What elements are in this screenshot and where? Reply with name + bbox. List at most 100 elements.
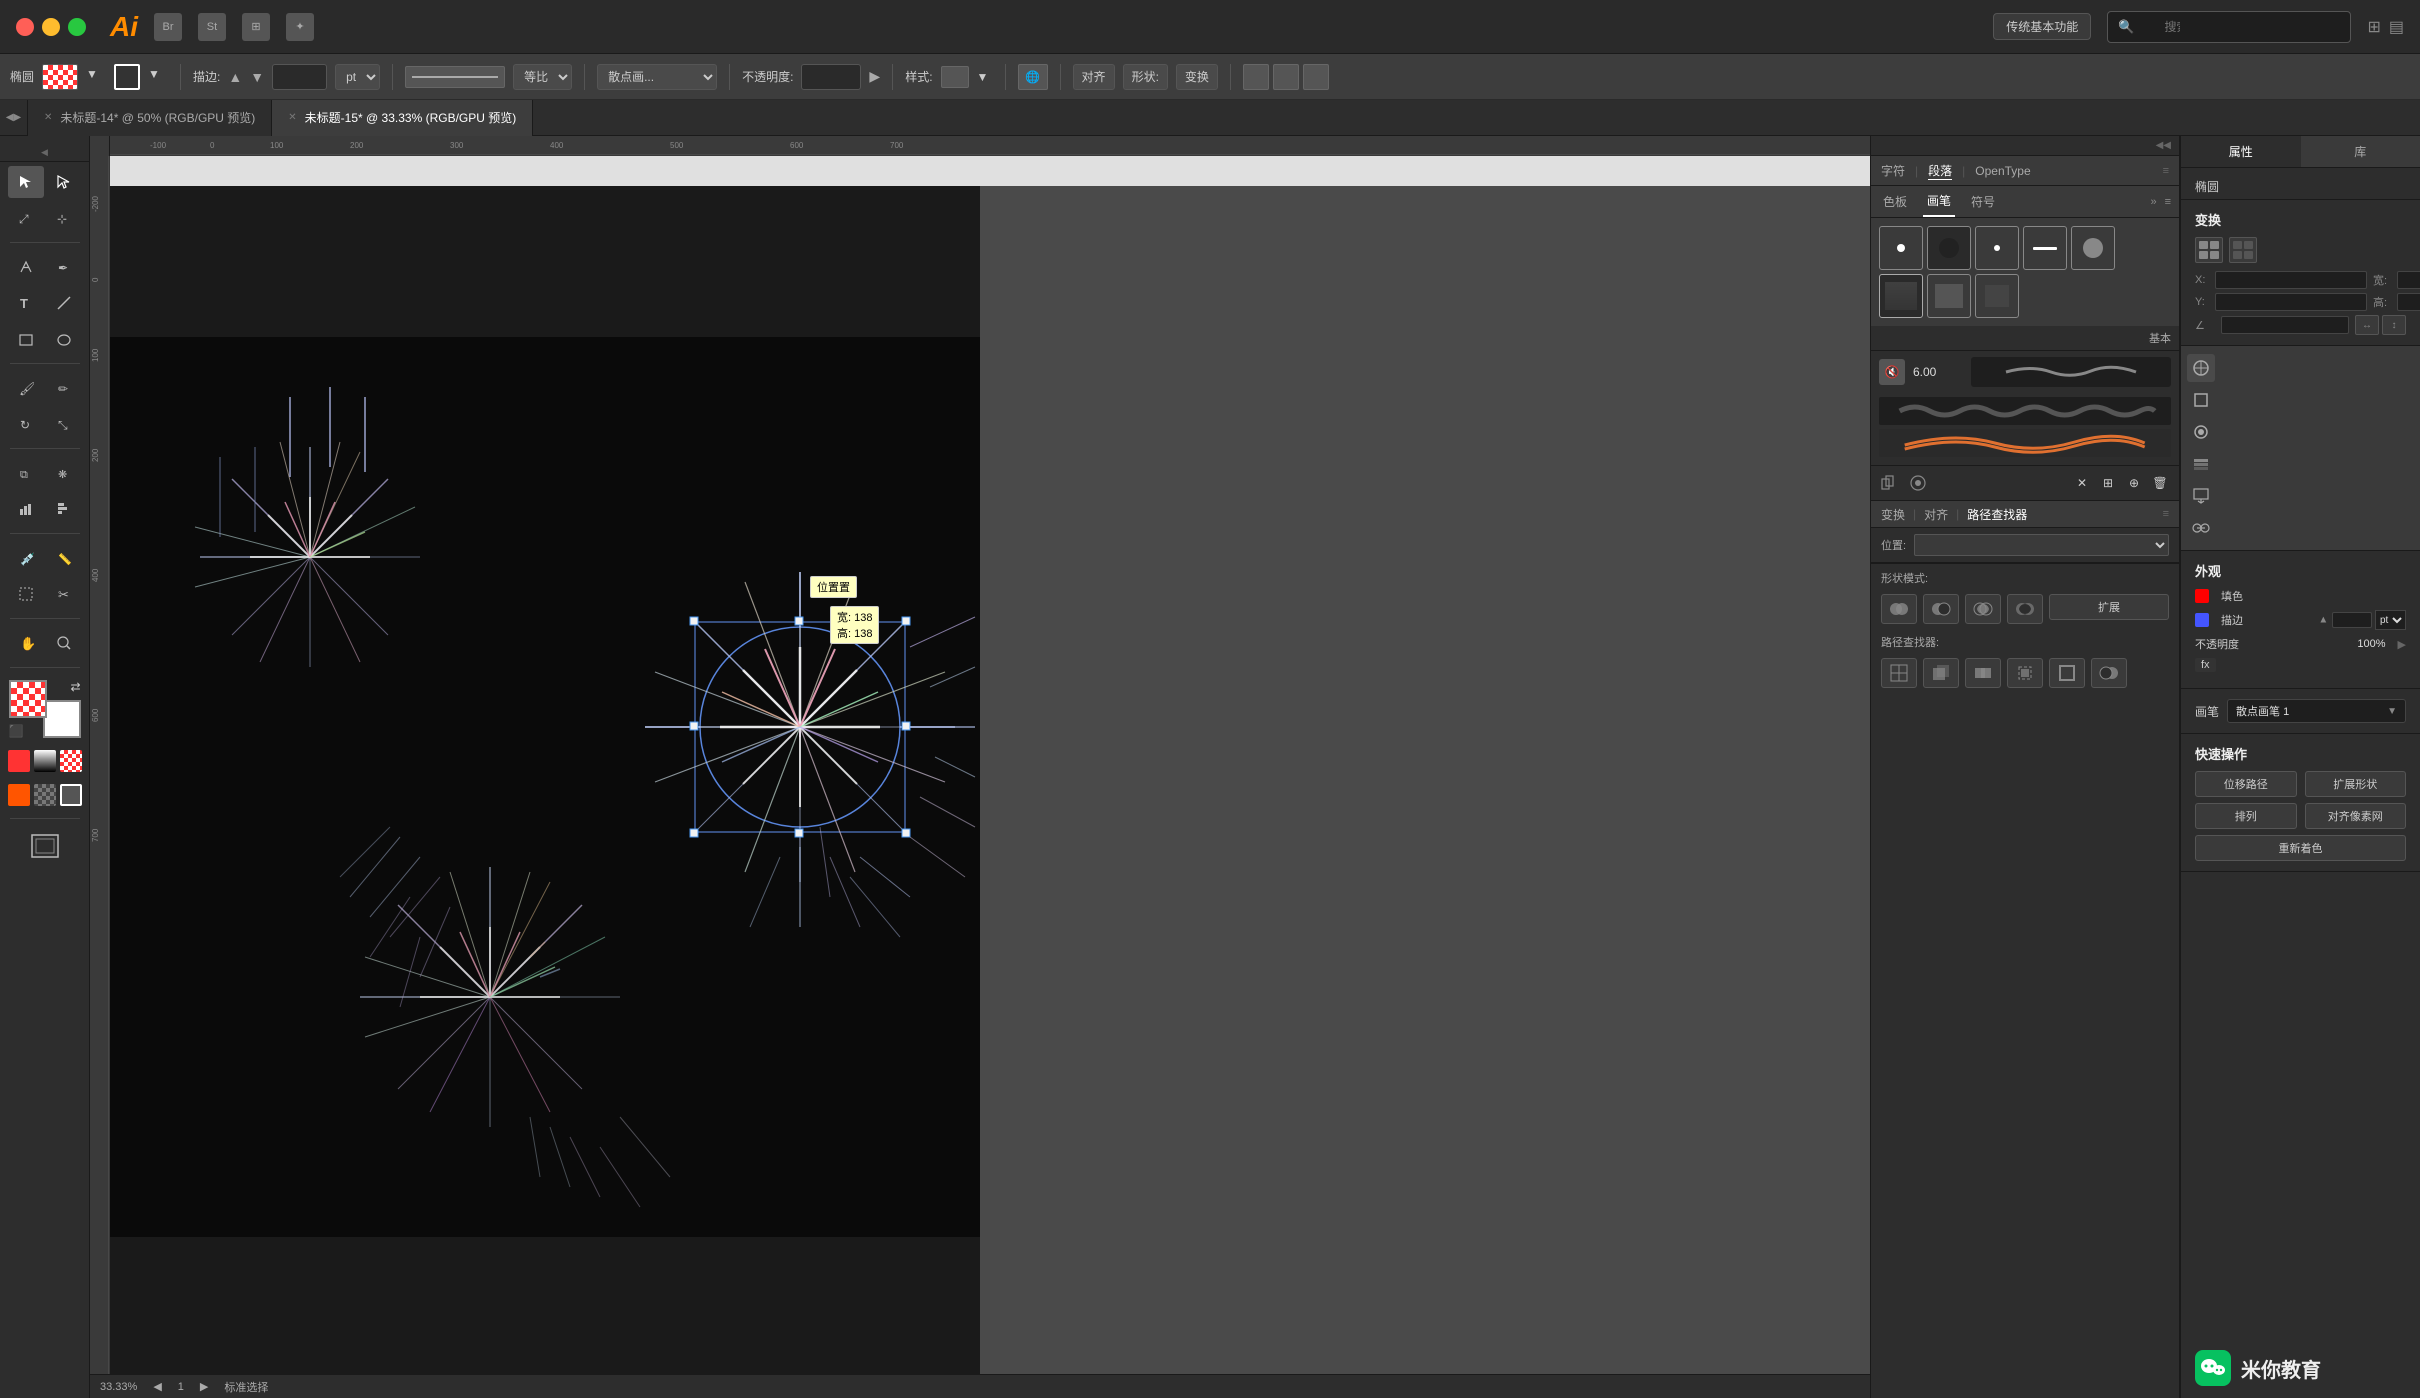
- y-input[interactable]: 147.38 r: [2215, 293, 2367, 311]
- x-input[interactable]: 430.727: [2215, 271, 2367, 289]
- bar-chart-tool[interactable]: [46, 493, 82, 525]
- rotate-tool[interactable]: ↻: [8, 408, 44, 440]
- canvas-area[interactable]: -100 0 100 200 300 400 500 600 700 -200 …: [90, 136, 1870, 1398]
- pencil-tool[interactable]: ✏: [46, 372, 82, 404]
- fx-btn[interactable]: fx: [2195, 658, 2216, 672]
- position-select[interactable]: [1914, 534, 2169, 556]
- tab-close-1[interactable]: ✕: [288, 112, 296, 123]
- opacity-arrow-icon[interactable]: ▶: [869, 68, 880, 85]
- pf-trim-btn[interactable]: [1923, 658, 1959, 688]
- btn3-icon[interactable]: [1303, 64, 1329, 90]
- workspace-switcher-icon[interactable]: ⊞: [242, 13, 270, 41]
- color-picker-panel-icon[interactable]: [2187, 354, 2215, 382]
- btn2-icon[interactable]: [1273, 64, 1299, 90]
- nav-next-icon[interactable]: ▶: [200, 1380, 208, 1393]
- pf-intersect-btn[interactable]: [1965, 594, 2001, 624]
- slice-tool[interactable]: ✂: [46, 578, 82, 610]
- align-button[interactable]: 对齐: [1073, 64, 1115, 90]
- pf-minus-front-btn[interactable]: [1923, 594, 1959, 624]
- chart-tool[interactable]: [8, 493, 44, 525]
- tab-close-0[interactable]: ✕: [44, 112, 52, 123]
- transform-tab-label[interactable]: 变换: [1881, 506, 1905, 523]
- libraries-tab[interactable]: 库: [2301, 136, 2420, 167]
- brush-trash-icon[interactable]: 🗑: [2149, 472, 2171, 494]
- symbol-tool[interactable]: ❋: [46, 457, 82, 489]
- transform-panel-icon[interactable]: [2187, 386, 2215, 414]
- brush-item-7[interactable]: [1975, 274, 2019, 318]
- export-panel-icon[interactable]: [2187, 482, 2215, 510]
- tab-collapse-icon[interactable]: ◀▶: [0, 100, 28, 136]
- globe-icon[interactable]: 🌐: [1018, 64, 1048, 90]
- panel-toggle-icon[interactable]: ⊞: [2367, 17, 2380, 37]
- type-tool[interactable]: T: [8, 287, 44, 319]
- reshape-tool[interactable]: ⊹: [46, 202, 82, 234]
- artboard-btn[interactable]: [28, 831, 62, 861]
- eyedropper-tool[interactable]: 💉: [8, 542, 44, 574]
- zoom-tool[interactable]: [46, 627, 82, 659]
- swap-colors-icon[interactable]: ⇄: [70, 680, 80, 694]
- brush-item-4[interactable]: [2071, 226, 2115, 270]
- paintbrush-tool[interactable]: 🖌: [8, 372, 44, 404]
- swatch-checkered[interactable]: [34, 784, 56, 806]
- fill-swatch[interactable]: [42, 64, 78, 90]
- style-dropdown-icon[interactable]: ▼: [977, 70, 993, 84]
- brush-panel-menu-icon[interactable]: ≡: [2165, 196, 2171, 208]
- pf-expand-btn[interactable]: 扩展: [2049, 594, 2169, 620]
- w-input[interactable]: 132.28: [2397, 271, 2420, 289]
- stroke-value-input[interactable]: 1 pt: [272, 64, 327, 90]
- link-panel-icon[interactable]: [2187, 514, 2215, 542]
- pf-crop-btn[interactable]: [2007, 658, 2043, 688]
- h-input[interactable]: 132.28: [2397, 293, 2420, 311]
- transform-button[interactable]: 变换: [1176, 64, 1218, 90]
- minimize-button[interactable]: [42, 18, 60, 36]
- swatch-white-border[interactable]: [60, 784, 82, 806]
- pathfinder-tab-label[interactable]: 路径查找器: [1967, 506, 2027, 523]
- stroke-unit-select2[interactable]: pt: [2375, 610, 2406, 630]
- brush-duplicate-icon[interactable]: ⊞: [2097, 472, 2119, 494]
- select-tool[interactable]: [8, 166, 44, 198]
- layers-panel-icon[interactable]: [2187, 450, 2215, 478]
- stock-icon[interactable]: St: [198, 13, 226, 41]
- paragraph-tab[interactable]: 段落: [1928, 162, 1952, 180]
- curvature-tool[interactable]: ✒: [46, 251, 82, 283]
- shape-button[interactable]: 形状:: [1123, 64, 1168, 90]
- brush-delete-icon[interactable]: ✕: [2071, 472, 2093, 494]
- blend-tool[interactable]: ⧉: [8, 457, 44, 489]
- brush-libraries-icon[interactable]: [1879, 472, 1901, 494]
- brush-mute-icon[interactable]: 🔇: [1879, 359, 1905, 385]
- color-mode-color[interactable]: [8, 750, 30, 772]
- color-mode-gradient[interactable]: [34, 750, 56, 772]
- stroke-swatch[interactable]: [114, 64, 140, 90]
- brush-select[interactable]: 散点画...: [597, 64, 717, 90]
- pf-divide-btn[interactable]: [1881, 658, 1917, 688]
- stroke-up-arrow[interactable]: ▲: [2318, 615, 2328, 626]
- line-tool[interactable]: [46, 287, 82, 319]
- stroke-down-icon[interactable]: ▼: [250, 69, 264, 85]
- warp-tool[interactable]: ⤢: [8, 202, 44, 234]
- flip-h-icon[interactable]: ↔: [2355, 315, 2379, 335]
- appearance-panel-icon[interactable]: [2187, 418, 2215, 446]
- symbols-tab[interactable]: 符号: [1967, 186, 1999, 217]
- stroke-indicator-icon[interactable]: [2195, 613, 2209, 627]
- offset-path-btn[interactable]: 位移路径: [2195, 771, 2297, 797]
- tab-1[interactable]: ✕ 未标题-15* @ 33.33% (RGB/GPU 预览): [272, 100, 533, 136]
- nav-prev-icon[interactable]: ◀: [153, 1380, 161, 1393]
- expand-shape-btn[interactable]: 扩展形状: [2305, 771, 2407, 797]
- pen-tool[interactable]: [8, 251, 44, 283]
- fill-color[interactable]: [9, 680, 47, 718]
- stroke-unit-select[interactable]: pt: [335, 64, 380, 90]
- color-mode-none[interactable]: [60, 750, 82, 772]
- btn1-icon[interactable]: [1243, 64, 1269, 90]
- show-brush-kinds-icon[interactable]: [1907, 472, 1929, 494]
- grid-snap-icon[interactable]: [2229, 237, 2257, 263]
- pf-exclude-btn[interactable]: [2007, 594, 2043, 624]
- vector-icon[interactable]: ✦: [286, 13, 314, 41]
- opacity-arrow-icon2[interactable]: ▶: [2398, 638, 2406, 651]
- brush-dropdown-icon[interactable]: ▼: [2387, 706, 2397, 717]
- brush-new-icon[interactable]: ⊕: [2123, 472, 2145, 494]
- close-button[interactable]: [16, 18, 34, 36]
- pf-menu-icon[interactable]: ≡: [2163, 508, 2169, 520]
- pf-minus-back-btn[interactable]: [2091, 658, 2127, 688]
- grid-align-icon[interactable]: [2195, 237, 2223, 263]
- toolbar-collapse[interactable]: ◀: [0, 144, 89, 162]
